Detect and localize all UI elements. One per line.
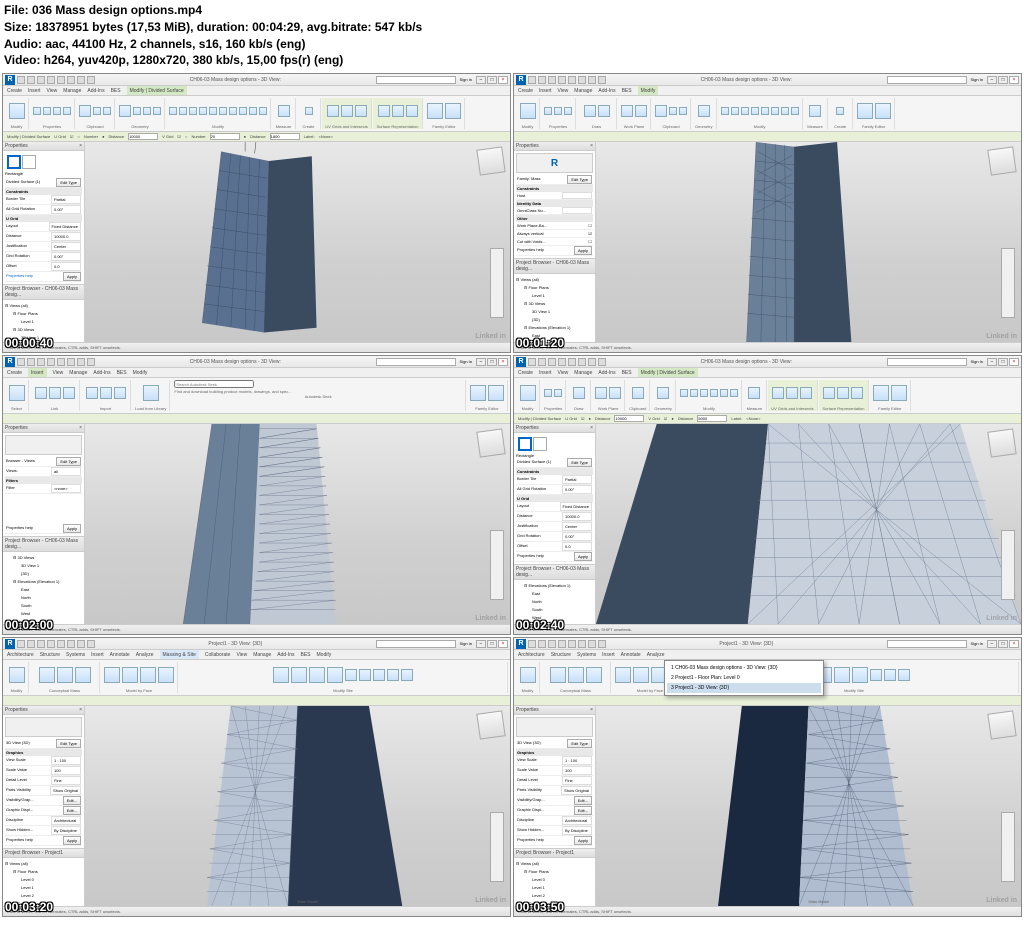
search-input[interactable] [376, 76, 456, 84]
video-info: h264, yuv420p, 1280x720, 380 kb/s, 15,00… [44, 53, 344, 67]
file-info-header: File: 036 Mass design options.mp4 Size: … [0, 0, 1024, 71]
tab-modify-divided: Modify | Divided Surface [127, 86, 187, 95]
file-name: 036 Mass design options.mp4 [32, 3, 202, 17]
menubar[interactable]: CreateInsertViewManageAdd-InsBESModify |… [3, 86, 510, 96]
titlebar: R CH06-03 Mass design options - 3D View:… [3, 74, 510, 86]
apply-button[interactable]: Apply [63, 272, 81, 281]
window-title: CH06-03 Mass design options - 3D View: [95, 77, 376, 83]
viewcube[interactable] [476, 147, 505, 176]
sidebar: Properties× Rectangle Divided Surface (1… [3, 142, 85, 342]
distance-input [128, 133, 158, 140]
thumbnail-6: R Project1 - 3D View: {3D} Sign In −□× A… [513, 637, 1022, 917]
thumbnail-4: R CH06-03 Mass design options - 3D View:… [513, 355, 1022, 635]
thumbnail-2: R CH06-03 Mass design options - 3D View:… [513, 73, 1022, 353]
thumbnail-3: R CH06-03 Mass design options - 3D View:… [2, 355, 511, 635]
load-into-project-icon [427, 103, 443, 119]
timestamp: 00:00:40 [5, 336, 53, 350]
modify-icon [9, 103, 25, 119]
recent-item-selected: 3 Project1 - 3D View: {3D} [667, 683, 821, 693]
close-icon[interactable]: × [498, 76, 508, 84]
recent-item: 1 CH06-03 Mass design options - 3D View:… [667, 663, 821, 673]
revit-logo-icon: R [5, 75, 15, 85]
tab-massing: Massing & Site [160, 650, 199, 659]
3d-viewport[interactable] [85, 142, 510, 342]
thumbnail-5: R Project1 - 3D View: {3D} Sign In −□× A… [2, 637, 511, 917]
ribbon[interactable]: Modify Properties Clipboard Geometry Mod… [3, 96, 510, 132]
statusbar: Click to select, TAB for alternates, CTR… [3, 342, 510, 352]
properties-header: Properties× [3, 142, 84, 151]
maximize-icon[interactable]: □ [487, 76, 497, 84]
nav-bar[interactable] [490, 248, 504, 318]
thumbnail-grid: R CH06-03 Mass design options - 3D View:… [0, 71, 1024, 919]
edit-type-button[interactable]: Edit Type [56, 178, 81, 187]
watermark: Linked in [475, 333, 506, 340]
3d-viewport[interactable] [596, 142, 1021, 342]
recent-item: 2 Project1 - Floor Plan: Level 0 [667, 673, 821, 683]
browser-header: Project Browser - CH06-03 Mass desig... [3, 285, 84, 300]
recent-files-dropdown[interactable]: 1 CH06-03 Mass design options - 3D View:… [664, 660, 824, 696]
file-size: 18378951 bytes (17,53 MiB), duration: 00… [35, 20, 422, 34]
quick-access-toolbar[interactable] [17, 76, 95, 84]
thumbnail-1: R CH06-03 Mass design options - 3D View:… [2, 73, 511, 353]
audio-info: aac, 44100 Hz, 2 channels, s16, 160 kb/s… [45, 37, 305, 51]
signin-link[interactable]: Sign In [460, 77, 472, 82]
options-bar[interactable]: Modify | Divided Surface U Grid☑ ○Number… [3, 132, 510, 142]
minimize-icon[interactable]: − [476, 76, 486, 84]
